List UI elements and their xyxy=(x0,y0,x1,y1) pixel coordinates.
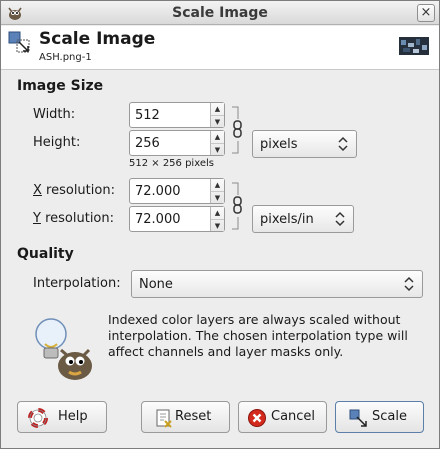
decrement-arrow-icon[interactable]: ▼ xyxy=(211,191,224,203)
height-value: 256 xyxy=(135,136,160,151)
size-unit-value: pixels xyxy=(260,137,298,152)
info-message: Indexed color layers are always scaled w… xyxy=(108,312,408,359)
y-resolution-spinbutton[interactable]: 72.000 ▲ ▼ xyxy=(129,206,225,232)
y-resolution-label: Y resolution: xyxy=(33,211,115,226)
lightbulb-wilber-icon xyxy=(35,318,92,380)
x-resolution-value: 72.000 xyxy=(135,184,181,199)
quality-heading: Quality xyxy=(17,246,74,262)
width-spinbutton[interactable]: 512 ▲ ▼ xyxy=(129,102,225,128)
close-icon[interactable]: × xyxy=(417,4,435,22)
header-subtitle: ASH.png-1 xyxy=(39,52,92,63)
help-button-label: Help xyxy=(58,409,88,424)
decrement-arrow-icon[interactable]: ▼ xyxy=(211,143,224,155)
reset-button[interactable]: Reset xyxy=(141,401,230,433)
scale-image-dialog: Scale Image × Scale Image ASH.png-1 Imag… xyxy=(0,0,440,449)
dialog-header: Scale Image ASH.png-1 xyxy=(1,26,439,70)
increment-arrow-icon[interactable]: ▲ xyxy=(211,131,224,143)
decrement-arrow-icon[interactable]: ▼ xyxy=(211,219,224,231)
reset-document-icon xyxy=(156,409,172,428)
scale-button-label: Scale xyxy=(372,409,407,424)
increment-arrow-icon[interactable]: ▲ xyxy=(211,207,224,219)
x-resolution-spinbutton[interactable]: 72.000 ▲ ▼ xyxy=(129,178,225,204)
resolution-unit-value: pixels/in xyxy=(260,212,314,227)
help-button[interactable]: Help xyxy=(17,401,107,433)
combo-arrows-icon xyxy=(338,136,348,152)
y-resolution-value: 72.000 xyxy=(135,212,181,227)
lifebuoy-icon xyxy=(28,408,48,428)
header-title: Scale Image xyxy=(39,29,156,49)
decrement-arrow-icon[interactable]: ▼ xyxy=(211,115,224,127)
interpolation-label: Interpolation: xyxy=(33,276,121,291)
image-thumbnail xyxy=(399,37,429,55)
size-unit-combo[interactable]: pixels xyxy=(252,130,357,158)
interpolation-combo[interactable]: None xyxy=(131,270,423,298)
height-label: Height: xyxy=(33,135,81,150)
cancel-button[interactable]: Cancel xyxy=(238,401,327,433)
cancel-button-label: Cancel xyxy=(271,409,316,424)
image-size-heading: Image Size xyxy=(17,78,104,94)
scale-image-icon xyxy=(349,409,367,427)
x-resolution-label-text: resolution: xyxy=(41,183,115,198)
chain-link-icon[interactable] xyxy=(230,181,242,231)
resolution-unit-combo[interactable]: pixels/in xyxy=(252,205,354,233)
increment-arrow-icon[interactable]: ▲ xyxy=(211,179,224,191)
dimensions-text: 512 × 256 pixels xyxy=(129,158,214,169)
increment-arrow-icon[interactable]: ▲ xyxy=(211,103,224,115)
interpolation-value: None xyxy=(139,277,173,292)
scale-button[interactable]: Scale xyxy=(335,401,424,433)
width-value: 512 xyxy=(135,108,160,123)
title-bar: Scale Image × xyxy=(1,1,439,25)
combo-arrows-icon xyxy=(335,211,345,227)
cancel-icon xyxy=(248,409,266,427)
scale-image-icon xyxy=(8,31,30,53)
y-resolution-label-text: resolution: xyxy=(40,211,115,226)
combo-arrows-icon xyxy=(404,276,414,292)
x-resolution-label: X resolution: xyxy=(33,183,115,198)
reset-button-label: Reset xyxy=(175,409,212,424)
width-label: Width: xyxy=(33,107,76,122)
window-title: Scale Image xyxy=(172,5,268,21)
height-spinbutton[interactable]: 256 ▲ ▼ xyxy=(129,130,225,156)
chain-link-icon[interactable] xyxy=(230,105,242,155)
